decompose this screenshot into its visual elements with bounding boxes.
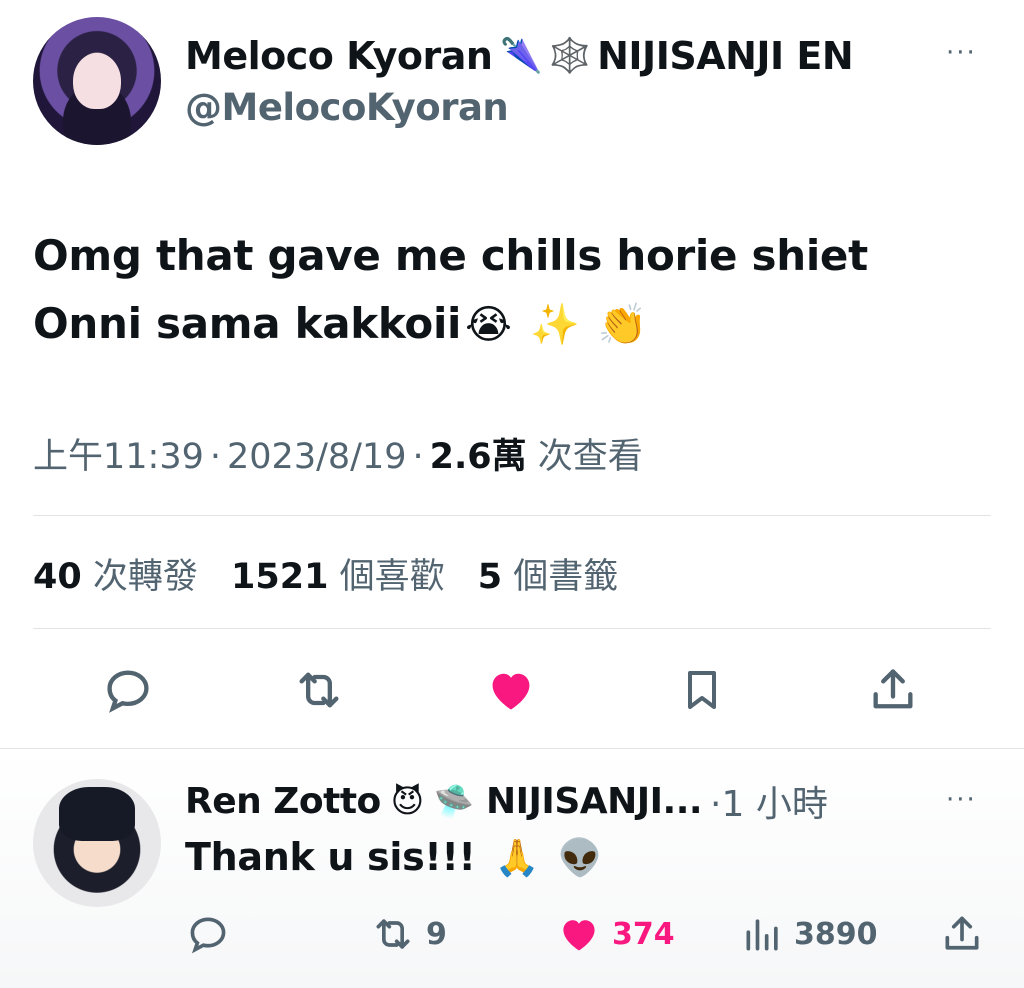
alien-emoji-icon: 👽	[557, 838, 603, 879]
reply-header: Ren Zotto 😈 🛸 NIJISANJI... ·1 小時	[185, 775, 828, 827]
reply-reply-icon[interactable]	[186, 909, 238, 959]
like-icon-filled	[563, 920, 595, 951]
tweet-text-line-1: Omg that gave me chills horie shiet	[33, 231, 868, 280]
tweet-time[interactable]: 上午11:39	[33, 437, 204, 477]
views-label: 次查看	[537, 437, 643, 477]
reply-retweet-count: 9	[426, 916, 447, 952]
sparkles-emoji-icon: ✨	[529, 302, 580, 348]
reply-tweet[interactable]: Ren Zotto 😈 🛸 NIJISANJI... ·1 小時 ··· Tha…	[0, 749, 1024, 988]
umbrella-emoji-icon: 🌂	[500, 36, 543, 76]
retweet-icon[interactable]	[291, 660, 347, 720]
spiderweb-emoji-icon: 🕸️	[548, 36, 592, 76]
retweets-stat[interactable]: 40 次轉發	[33, 557, 198, 597]
author-handle[interactable]: @MelocoKyoran	[185, 86, 509, 129]
like-icon-filled[interactable]	[483, 660, 539, 720]
crying-emoji-icon: 😭	[465, 302, 512, 348]
reply-display-name[interactable]: Ren Zotto	[185, 781, 381, 822]
divider	[33, 628, 991, 629]
bookmarks-stat[interactable]: 5 個書籤	[478, 557, 619, 597]
reply-name-suffix: NIJISANJI...	[486, 780, 703, 822]
views-icon	[746, 919, 778, 951]
reply-time[interactable]: ·1 小時	[710, 775, 828, 827]
reply-views-button[interactable]: 3890	[740, 909, 878, 959]
reply-views-count: 3890	[794, 916, 878, 952]
reply-retweet-button[interactable]: 9	[368, 909, 447, 959]
engagement-stats: 40 次轉發 1521 個喜歡 5 個書籤	[33, 548, 618, 599]
likes-stat[interactable]: 1521 個喜歡	[231, 557, 445, 597]
praying-hands-emoji-icon: 🙏	[494, 838, 539, 879]
reply-share-icon[interactable]	[940, 909, 992, 959]
author-name-row[interactable]: Meloco Kyoran 🌂 🕸️ NIJISANJI EN	[185, 30, 854, 82]
reply-action-bar: 9 374 3890	[0, 909, 1024, 959]
reply-text: Thank u sis!!!	[185, 835, 476, 879]
author-display-name[interactable]: Meloco Kyoran	[185, 34, 493, 78]
divider	[33, 515, 991, 516]
more-options-icon[interactable]: ···	[946, 38, 977, 68]
tweet-date[interactable]: 2023/8/19	[227, 437, 406, 477]
views-count: 2.6萬	[429, 437, 527, 477]
bookmark-icon[interactable]	[674, 660, 730, 720]
tweet-body: Omg that gave me chills horie shiet Onni…	[33, 222, 983, 358]
tweet-action-bar	[0, 660, 1024, 722]
author-name-suffix: NIJISANJI EN	[597, 34, 854, 78]
tweet-meta: 上午11:39 · 2023/8/19 · 2.6萬 次查看	[33, 437, 643, 477]
ufo-emoji-icon: 🛸	[434, 782, 474, 820]
share-icon[interactable]	[865, 660, 921, 720]
avatar-meloco[interactable]	[33, 17, 161, 145]
reply-like-count: 374	[612, 916, 675, 952]
tweet-text-line-2: Onni sama kakkoii	[33, 299, 462, 348]
reply-body: Thank u sis!!! 🙏 👽	[185, 835, 603, 879]
reply-icon[interactable]	[100, 660, 156, 720]
clapping-emoji-icon: 👏	[597, 302, 648, 348]
reply-like-button[interactable]: 374	[554, 909, 675, 959]
avatar-ren[interactable]	[33, 779, 161, 907]
devil-emoji-icon: 😈	[390, 782, 425, 820]
main-tweet: Meloco Kyoran 🌂 🕸️ NIJISANJI EN @MelocoK…	[0, 0, 1024, 748]
reply-more-options-icon[interactable]: ···	[946, 785, 977, 815]
retweet-icon	[376, 919, 410, 949]
